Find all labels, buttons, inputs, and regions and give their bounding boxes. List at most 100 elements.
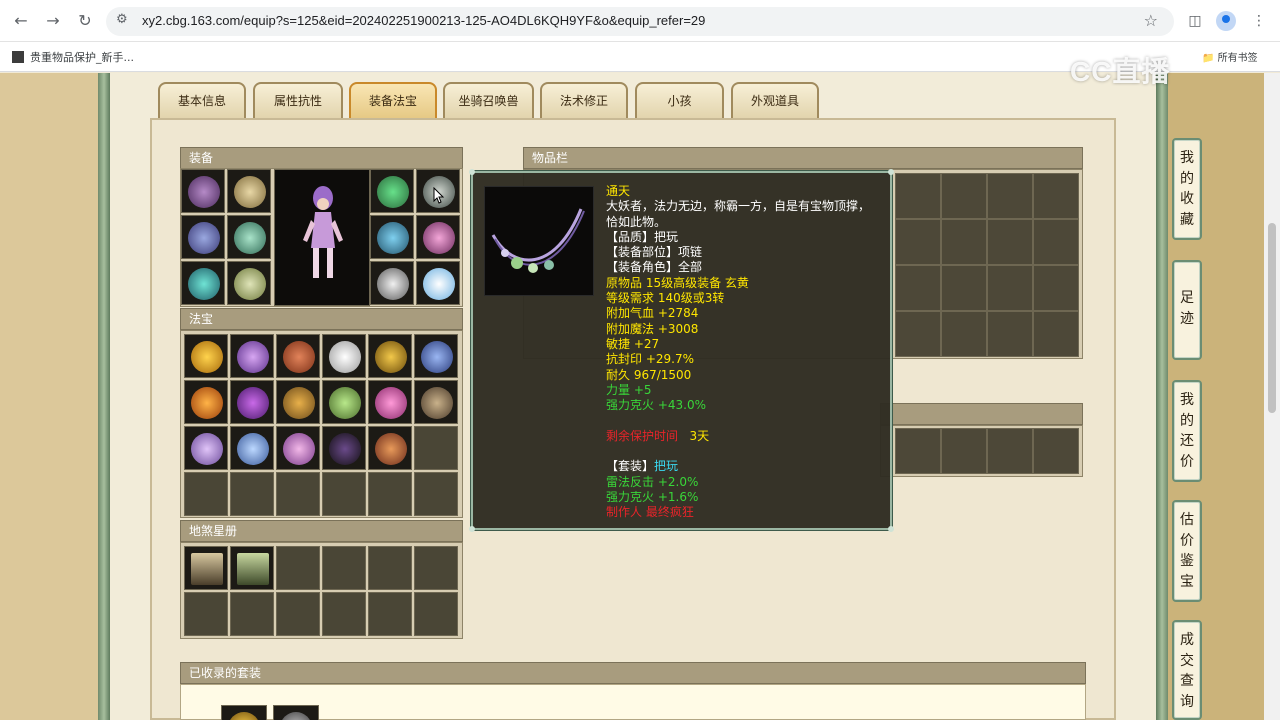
- character-figure-icon: [303, 186, 343, 278]
- inventory-slot[interactable]: [941, 219, 987, 265]
- tab-appearance[interactable]: 外观道具: [731, 82, 819, 118]
- side-panel-icon[interactable]: ◫: [1184, 10, 1206, 32]
- disha-slot-empty[interactable]: [414, 592, 458, 636]
- fabao-slot[interactable]: [184, 334, 228, 378]
- bookmark-star-icon[interactable]: ☆: [1144, 11, 1158, 30]
- tab-attributes[interactable]: 属性抗性: [253, 82, 343, 118]
- inventory-slot[interactable]: [987, 311, 1033, 357]
- fabao-slot-empty[interactable]: [414, 472, 458, 516]
- inventory-slot[interactable]: [987, 265, 1033, 311]
- suit-item[interactable]: [273, 705, 319, 720]
- inventory-slot[interactable]: [941, 173, 987, 219]
- tab-spell-correction[interactable]: 法术修正: [540, 82, 628, 118]
- disha-card[interactable]: [230, 546, 274, 590]
- fabao-slot-empty[interactable]: [322, 472, 366, 516]
- my-favorites-button[interactable]: 我的收藏: [1172, 138, 1202, 240]
- fabao-slot[interactable]: [322, 426, 366, 470]
- address-bar[interactable]: ⚙ xy2.cbg.163.com/equip?s=125&eid=202402…: [106, 7, 1174, 36]
- inventory-slot[interactable]: [941, 265, 987, 311]
- inventory-slot[interactable]: [1033, 265, 1079, 311]
- fabao-slot[interactable]: [368, 334, 412, 378]
- tab-basic-info[interactable]: 基本信息: [158, 82, 246, 118]
- tab-mount-summon[interactable]: 坐骑召唤兽: [443, 82, 534, 118]
- fabao-slot[interactable]: [230, 426, 274, 470]
- page-scrollbar[interactable]: [1264, 73, 1280, 720]
- fabao-slot[interactable]: [230, 334, 274, 378]
- storage-slot[interactable]: [895, 428, 941, 474]
- equip-slot-clothes[interactable]: [227, 215, 271, 259]
- disha-slot-empty[interactable]: [276, 592, 320, 636]
- bookmark-item[interactable]: 贵重物品保护_新手...: [12, 49, 134, 65]
- suit-item[interactable]: [221, 705, 267, 720]
- fabao-slot-empty[interactable]: [230, 472, 274, 516]
- reload-icon[interactable]: ↻: [74, 10, 96, 32]
- inventory-header: 物品栏: [523, 147, 1083, 169]
- disha-slot-empty[interactable]: [368, 592, 412, 636]
- disha-slot-empty[interactable]: [230, 592, 274, 636]
- fabao-slot-empty[interactable]: [276, 472, 320, 516]
- site-info-icon[interactable]: ⚙: [116, 12, 128, 27]
- disha-slot-empty[interactable]: [184, 592, 228, 636]
- inventory-slot[interactable]: [1033, 219, 1079, 265]
- fabao-slot-empty[interactable]: [368, 472, 412, 516]
- inventory-slot[interactable]: [941, 311, 987, 357]
- deal-query-button[interactable]: 成交查询: [1172, 620, 1202, 720]
- disha-slot-empty[interactable]: [322, 592, 366, 636]
- equip-slot-boots[interactable]: [227, 261, 271, 305]
- favicon-icon: [12, 51, 24, 63]
- fabao-slot[interactable]: [184, 426, 228, 470]
- back-icon[interactable]: ←: [10, 10, 32, 32]
- storage-slot[interactable]: [987, 428, 1033, 474]
- appraisal-button[interactable]: 估价鉴宝: [1172, 500, 1202, 602]
- fabao-slot[interactable]: [276, 380, 320, 424]
- disha-slot-empty[interactable]: [414, 546, 458, 590]
- inventory-slot[interactable]: [987, 219, 1033, 265]
- url-text[interactable]: xy2.cbg.163.com/equip?s=125&eid=20240225…: [142, 13, 705, 28]
- equip-slot-hair[interactable]: [181, 169, 225, 213]
- inventory-slot[interactable]: [895, 219, 941, 265]
- equip-slot-mask[interactable]: [370, 169, 414, 213]
- footprint-button[interactable]: 足迹: [1172, 260, 1202, 360]
- all-bookmarks[interactable]: 📁 所有书签: [1202, 49, 1258, 64]
- fabao-slot[interactable]: [276, 426, 320, 470]
- tab-equipment-fabao[interactable]: 装备法宝: [349, 82, 437, 118]
- equipment-header: 装备: [180, 147, 463, 169]
- forward-icon[interactable]: →: [42, 10, 64, 32]
- disha-slot-empty[interactable]: [276, 546, 320, 590]
- inventory-slot[interactable]: [1033, 311, 1079, 357]
- inventory-slot[interactable]: [1033, 173, 1079, 219]
- disha-card[interactable]: [184, 546, 228, 590]
- tooltip-corner: [469, 526, 475, 532]
- equip-slot-ring[interactable]: [370, 215, 414, 259]
- storage-slot[interactable]: [941, 428, 987, 474]
- inventory-slot[interactable]: [987, 173, 1033, 219]
- fabao-slot-empty[interactable]: [184, 472, 228, 516]
- fabao-slot[interactable]: [368, 426, 412, 470]
- equip-slot-armor[interactable]: [181, 215, 225, 259]
- scrollbar-thumb[interactable]: [1268, 223, 1276, 413]
- fabao-slot-empty[interactable]: [414, 426, 458, 470]
- equip-slot-earring[interactable]: [416, 215, 460, 259]
- equip-slot-orb[interactable]: [416, 261, 460, 305]
- fabao-slot[interactable]: [414, 380, 458, 424]
- fabao-slot[interactable]: [322, 334, 366, 378]
- profile-avatar[interactable]: [1216, 11, 1236, 31]
- equip-slot-belt[interactable]: [181, 261, 225, 305]
- fabao-slot[interactable]: [276, 334, 320, 378]
- equip-slot-helmet[interactable]: [227, 169, 271, 213]
- fabao-slot[interactable]: [322, 380, 366, 424]
- storage-slot[interactable]: [1033, 428, 1079, 474]
- disha-slot-empty[interactable]: [368, 546, 412, 590]
- disha-slot-empty[interactable]: [322, 546, 366, 590]
- inventory-slot[interactable]: [895, 173, 941, 219]
- menu-icon[interactable]: ⋮: [1248, 10, 1270, 32]
- fabao-slot[interactable]: [184, 380, 228, 424]
- fabao-slot[interactable]: [414, 334, 458, 378]
- fabao-slot[interactable]: [368, 380, 412, 424]
- inventory-slot[interactable]: [895, 311, 941, 357]
- my-counteroffer-button[interactable]: 我的还价: [1172, 380, 1202, 482]
- equip-slot-bracelet[interactable]: [370, 261, 414, 305]
- tab-child[interactable]: 小孩: [635, 82, 724, 118]
- inventory-slot[interactable]: [895, 265, 941, 311]
- fabao-slot[interactable]: [230, 380, 274, 424]
